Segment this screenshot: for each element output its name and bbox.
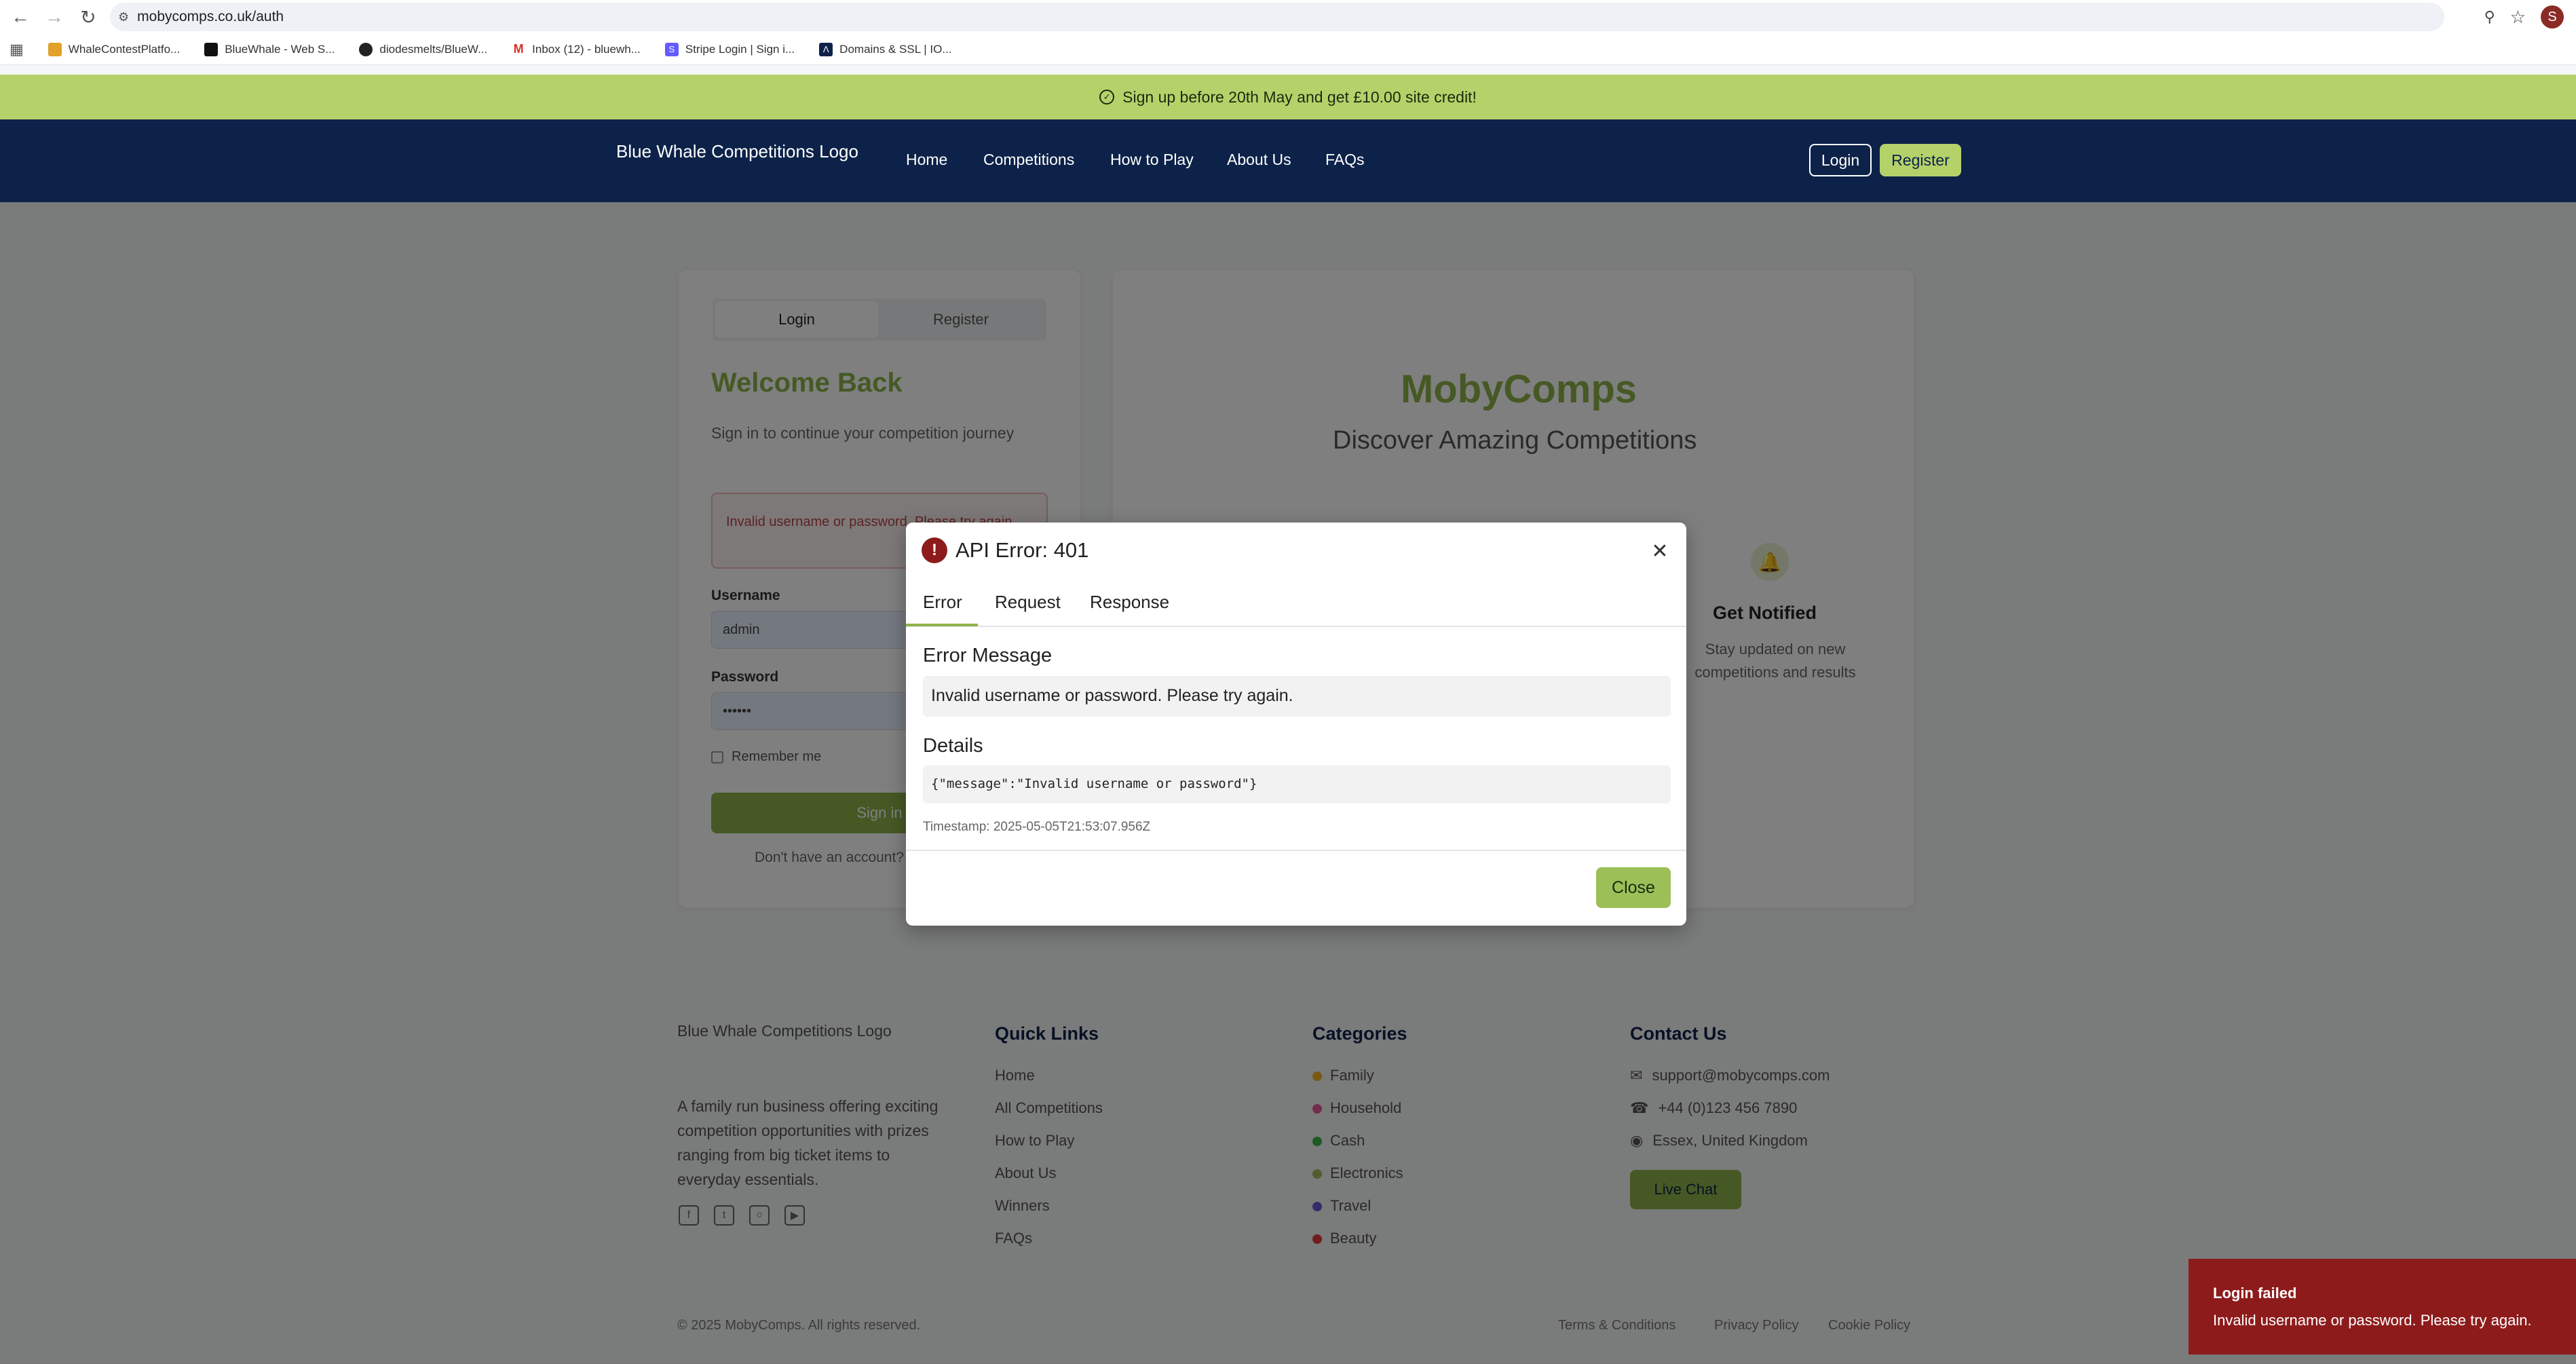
- nav-link-faqs[interactable]: FAQs: [1325, 151, 1365, 169]
- bookmark-item[interactable]: diodesmelts/BlueW...: [359, 42, 487, 56]
- gmail-icon: M: [512, 42, 526, 56]
- tab-error[interactable]: Error: [923, 592, 962, 613]
- details-heading: Details: [923, 735, 983, 757]
- bookmark-favicon-icon: [204, 42, 219, 56]
- check-circle-icon: ✓: [1099, 90, 1115, 105]
- reload-icon[interactable]: ↻: [75, 3, 102, 31]
- domain-icon: Λ: [819, 42, 833, 56]
- password-key-icon[interactable]: ⚲: [2484, 8, 2495, 26]
- tab-response[interactable]: Response: [1090, 592, 1169, 613]
- bookmarks-bar: ▦ WhaleContestPlatfo... BlueWhale - Web …: [0, 34, 2576, 65]
- error-message-heading: Error Message: [923, 645, 1053, 666]
- site-settings-icon[interactable]: ⚙: [118, 10, 129, 24]
- nav-link-home[interactable]: Home: [906, 151, 947, 169]
- details-code-box: {"message":"Invalid username or password…: [923, 765, 1671, 803]
- promo-text: Sign up before 20th May and get £10.00 s…: [1122, 88, 1477, 106]
- bookmark-item[interactable]: S Stripe Login | Sign i...: [664, 42, 795, 56]
- dialog-footer-divider: [906, 850, 1686, 851]
- close-icon[interactable]: ✕: [1649, 540, 1671, 563]
- bookmark-item[interactable]: M Inbox (12) - bluewh...: [512, 42, 641, 56]
- nav-link-how-to-play[interactable]: How to Play: [1110, 151, 1194, 169]
- address-bar[interactable]: ⚙ mobycomps.co.uk/auth: [110, 3, 2444, 31]
- toast-message: Invalid username or password. Please try…: [2213, 1312, 2532, 1329]
- dialog-title-text: API Error: 401: [955, 538, 1089, 562]
- browser-toolbar: ← → ↻ ⚙ mobycomps.co.uk/auth ⚲ ☆ S: [0, 0, 2576, 34]
- bookmark-item[interactable]: BlueWhale - Web S...: [204, 42, 335, 56]
- nav-link-competitions[interactable]: Competitions: [983, 151, 1074, 169]
- apps-grid-icon[interactable]: ▦: [10, 41, 24, 58]
- error-toast[interactable]: Login failed Invalid username or passwor…: [2189, 1259, 2576, 1354]
- timestamp-text: Timestamp: 2025-05-05T21:53:07.956Z: [923, 820, 1151, 834]
- bookmark-star-icon[interactable]: ☆: [2510, 7, 2526, 28]
- back-icon[interactable]: ←: [7, 3, 34, 31]
- url-text[interactable]: mobycomps.co.uk/auth: [137, 9, 284, 25]
- register-button[interactable]: Register: [1880, 144, 1961, 176]
- dialog-title: ! API Error: 401: [922, 537, 1088, 563]
- toast-title: Login failed: [2213, 1285, 2297, 1302]
- stripe-icon: S: [664, 42, 679, 56]
- active-tab-indicator: [906, 624, 978, 626]
- error-alert-icon: !: [922, 537, 947, 563]
- forward-icon[interactable]: →: [41, 3, 68, 31]
- nav-link-about-us[interactable]: About Us: [1227, 151, 1291, 169]
- close-button[interactable]: Close: [1596, 867, 1671, 908]
- bookmark-item[interactable]: Λ Domains & SSL | IO...: [819, 42, 952, 56]
- site-logo[interactable]: Blue Whale Competitions Logo: [616, 141, 858, 162]
- login-button[interactable]: Login: [1809, 144, 1872, 176]
- github-icon: [359, 42, 373, 56]
- bookmark-item[interactable]: WhaleContestPlatfo...: [48, 42, 180, 56]
- tab-request[interactable]: Request: [995, 592, 1061, 613]
- profile-avatar[interactable]: S: [2541, 5, 2564, 29]
- promo-banner: ✓ Sign up before 20th May and get £10.00…: [0, 75, 2576, 119]
- bookmark-favicon-icon: [48, 42, 62, 56]
- error-message-box: Invalid username or password. Please try…: [923, 676, 1671, 717]
